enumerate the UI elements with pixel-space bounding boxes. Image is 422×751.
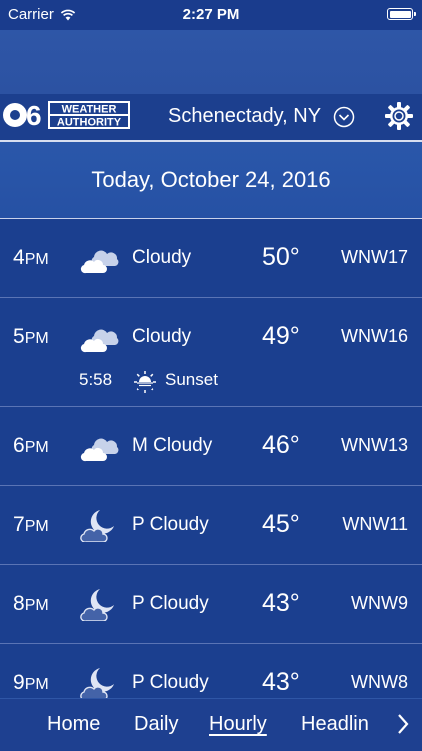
tab-headlines[interactable]: Headlin: [301, 713, 369, 736]
hour-time: 8PM: [13, 592, 49, 615]
chevron-right-icon[interactable]: [396, 713, 410, 735]
hour-temp: 45°: [262, 510, 300, 538]
sunset-icon: [134, 371, 156, 393]
moon-cloud-icon: [80, 589, 114, 621]
hour-condition: P Cloudy: [132, 672, 209, 693]
date-label: Today, October 24, 2016: [91, 167, 331, 192]
hour-temp: 50°: [262, 243, 300, 271]
date-header: Today, October 24, 2016: [0, 142, 422, 219]
sunset-label: Sunset: [165, 370, 218, 389]
hour-temp: 43°: [262, 589, 300, 617]
hour-time: 7PM: [13, 513, 49, 536]
hour-row: 7PM P Cloudy 45° WNW11: [0, 486, 422, 565]
location-selector[interactable]: Schenectady, NY: [168, 105, 355, 128]
svg-text:AUTHORITY: AUTHORITY: [57, 117, 122, 129]
hour-time: 5PM: [13, 325, 49, 348]
cloudy-icon: [80, 329, 119, 353]
sunset-time: 5:58: [79, 370, 113, 389]
cloudy-icon: [80, 250, 119, 274]
hour-temp: 46°: [262, 431, 300, 459]
hour-condition: P Cloudy: [132, 514, 209, 535]
hour-temp: 49°: [262, 322, 300, 350]
hour-wind: WNW13: [341, 435, 408, 455]
hour-condition: P Cloudy: [132, 593, 209, 614]
hour-condition: Cloudy: [132, 326, 192, 347]
hour-temp: 43°: [262, 668, 300, 696]
hour-time: 6PM: [13, 434, 49, 457]
location-label: Schenectady, NY: [168, 105, 322, 127]
hour-row: 8PM P Cloudy 43° WNW9: [0, 565, 422, 644]
hour-row: 9PM P Cloudy 43° WNW8: [0, 644, 422, 698]
moon-cloud-icon: [80, 668, 114, 698]
app-header: 6 WEATHER AUTHORITY Schenectady, NY: [0, 94, 422, 142]
hour-row: 4PM Cloudy 50° WNW17: [0, 219, 422, 298]
hour-wind: WNW11: [342, 514, 408, 534]
hour-wind: WNW8: [351, 672, 408, 692]
tab-hourly[interactable]: Hourly: [209, 713, 267, 736]
sunset-event: 5:58 Sunset: [0, 364, 422, 406]
status-time: 2:27 PM: [182, 6, 240, 23]
hour-time: 4PM: [13, 246, 49, 269]
battery-icon: [387, 8, 416, 20]
hourly-list[interactable]: 4PM Cloudy 50° WNW17 5PM Cloudy 49° WNW1…: [0, 219, 422, 698]
hour-wind: WNW16: [341, 326, 408, 346]
hour-wind: WNW9: [351, 593, 408, 613]
status-bar: Carrier 2:27 PM: [0, 0, 422, 30]
svg-text:WEATHER: WEATHER: [62, 104, 117, 116]
bottom-tab-bar: Home Daily Hourly Headlin: [0, 698, 422, 751]
hour-condition: M Cloudy: [132, 435, 213, 456]
svg-text:6: 6: [26, 100, 42, 130]
hour-wind: WNW17: [341, 247, 408, 267]
ad-banner: [0, 30, 422, 94]
tab-home[interactable]: Home: [47, 713, 100, 736]
hour-row: 5PM Cloudy 49° WNW16 5:58 Sunset: [0, 298, 422, 407]
moon-cloud-icon: [80, 510, 114, 542]
hour-time: 9PM: [13, 671, 49, 694]
chevron-down-icon: [333, 106, 355, 127]
tab-daily[interactable]: Daily: [134, 713, 178, 736]
station-logo: 6 WEATHER AUTHORITY: [3, 100, 130, 130]
hour-condition: Cloudy: [132, 247, 192, 268]
hour-row: 6PM M Cloudy 46° WNW13: [0, 407, 422, 486]
cloudy-icon: [80, 438, 119, 462]
gear-icon[interactable]: [384, 101, 414, 131]
